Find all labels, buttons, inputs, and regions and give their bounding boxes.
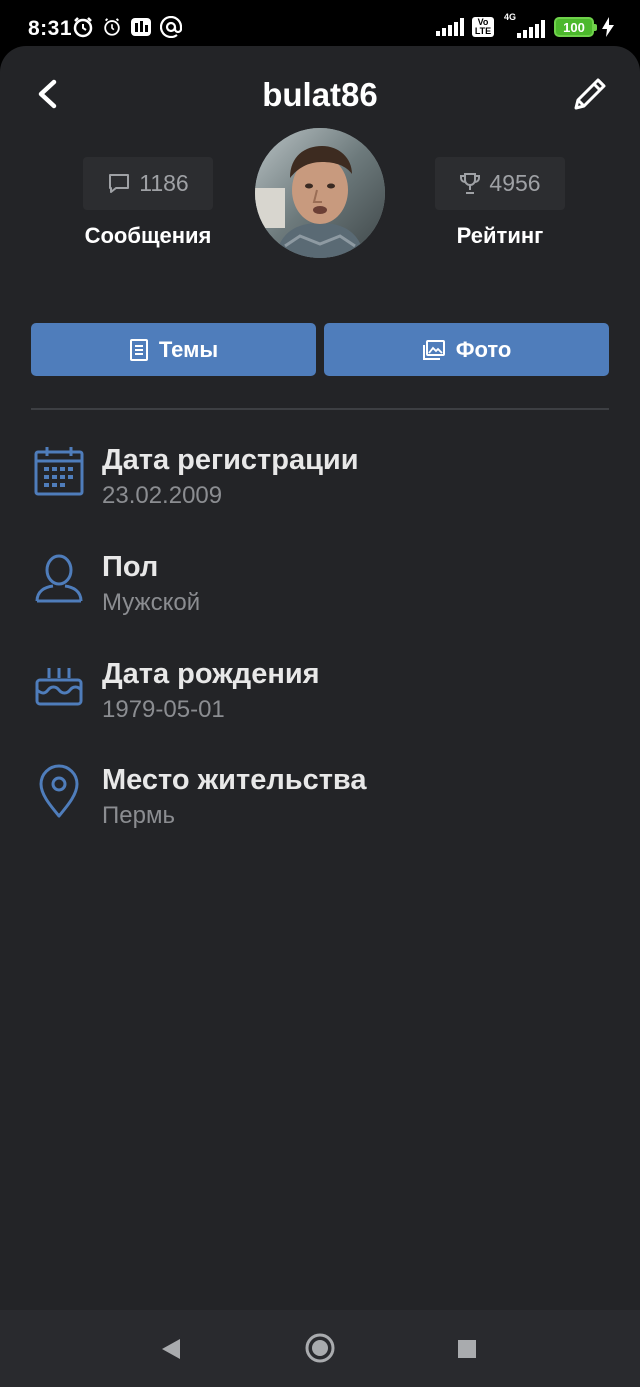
messages-count: 1186 — [139, 170, 189, 196]
app-notification-icon — [131, 18, 151, 36]
info-title: Место жительства — [102, 764, 367, 796]
status-right-icons: Vo LTE 4G 100 — [436, 12, 614, 38]
battery-level: 100 — [563, 19, 585, 35]
avatar[interactable] — [255, 128, 385, 258]
info-title: Дата рождения — [102, 658, 320, 690]
charging-bolt-icon — [602, 17, 614, 37]
system-navigation-bar — [0, 1310, 640, 1387]
messages-label: Сообщения — [84, 223, 212, 248]
info-city: Место жительства Пермь — [0, 764, 640, 854]
volte-badge: Vo LTE — [472, 17, 494, 37]
rating-stat[interactable]: 4956 Рейтинг — [430, 157, 570, 249]
info-value: 1979-05-01 — [102, 696, 225, 723]
network-type-label: 4G — [504, 12, 517, 22]
trophy-icon — [460, 172, 481, 194]
message-bubble-icon — [109, 173, 130, 193]
divider — [31, 408, 609, 410]
rating-label: Рейтинг — [456, 223, 544, 248]
info-title: Дата регистрации — [102, 444, 359, 476]
info-value: Мужской — [102, 589, 201, 616]
page-title: bulat86 — [262, 76, 378, 113]
messages-count-box: 1186 — [83, 157, 213, 210]
photo-button[interactable]: Фото — [324, 323, 609, 376]
edit-profile-button[interactable] — [570, 74, 610, 114]
battery-indicator: 100 — [554, 17, 597, 37]
pencil-icon — [574, 78, 606, 110]
cake-icon — [35, 668, 83, 706]
avatar-photo — [255, 128, 385, 258]
info-sex: Пол Мужской — [0, 551, 640, 641]
info-title: Пол — [102, 551, 159, 583]
info-registration-date: Дата регистрации 23.02.2009 — [0, 444, 640, 534]
info-value: 23.02.2009 — [102, 482, 223, 509]
document-icon — [129, 338, 148, 361]
photo-gallery-icon — [422, 339, 445, 360]
signal-4g: 4G — [502, 12, 546, 38]
nav-recent-apps-icon[interactable] — [456, 1338, 478, 1360]
nav-back-icon[interactable] — [160, 1337, 182, 1361]
signal-icon — [436, 18, 464, 36]
alarm-icon — [73, 17, 93, 38]
status-left-icons — [72, 16, 182, 38]
info-birth-date: Дата рождения 1979-05-01 — [0, 658, 640, 748]
photo-button-label: Фото — [455, 336, 512, 362]
location-pin-icon — [39, 764, 79, 818]
topics-button[interactable]: Темы — [31, 323, 316, 376]
profile-screen: bulat86 1186 Сообщения 4956 Рейтинг Темы… — [0, 46, 640, 1310]
status-time: 8:31 — [28, 17, 73, 40]
nav-home-icon[interactable] — [304, 1332, 336, 1364]
person-icon — [35, 554, 83, 603]
calendar-icon — [34, 447, 84, 496]
info-value: Пермь — [102, 802, 175, 829]
rating-count: 4956 — [489, 170, 541, 196]
rating-count-box: 4956 — [435, 157, 565, 210]
at-sign-icon — [160, 16, 182, 38]
messages-stat[interactable]: 1186 Сообщения — [78, 157, 218, 249]
topics-button-label: Темы — [158, 336, 219, 362]
alarm-clock-icon — [104, 18, 120, 36]
signal-4g-icon — [517, 20, 545, 38]
